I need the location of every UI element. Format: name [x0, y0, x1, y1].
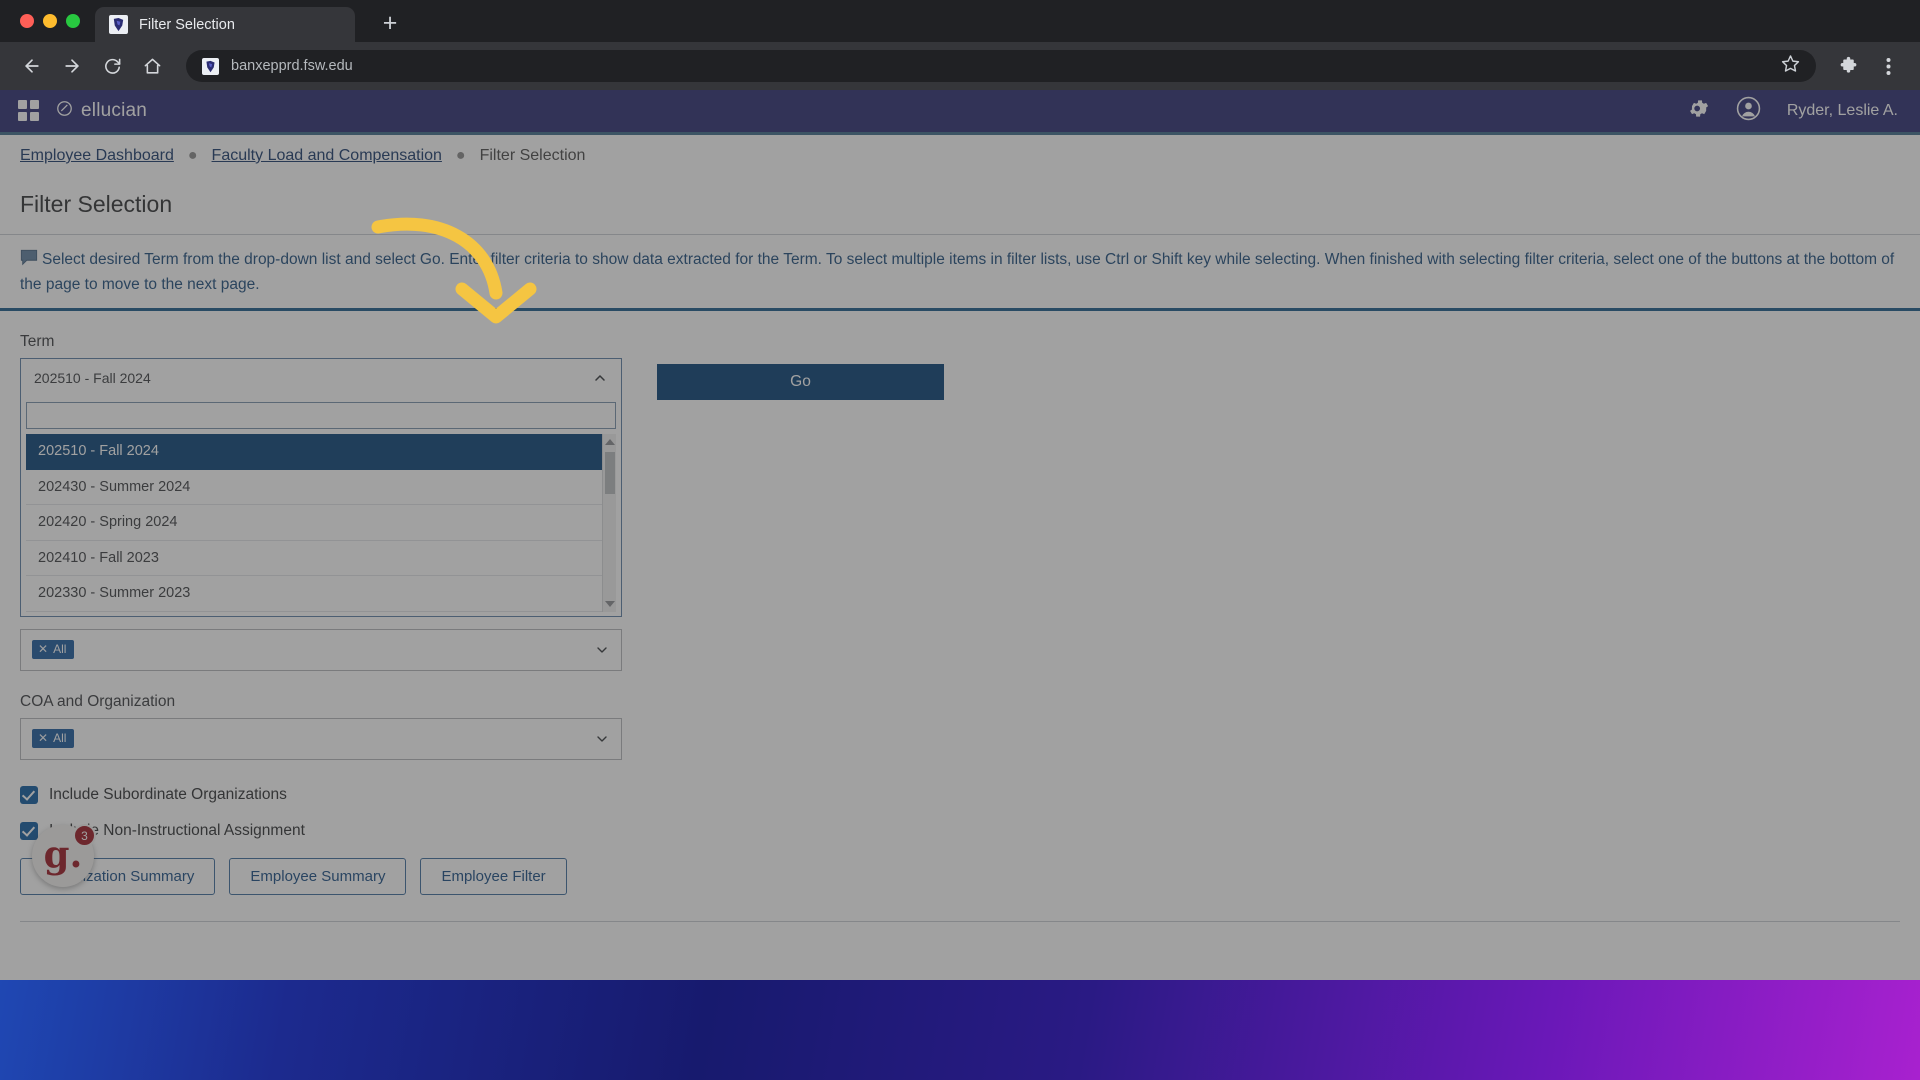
scroll-up-arrow-icon[interactable]: [605, 439, 615, 445]
reload-icon[interactable]: [94, 48, 130, 84]
speech-bubble-icon: [20, 249, 38, 274]
breadcrumb-separator: ●: [187, 147, 198, 164]
scroll-down-arrow-icon[interactable]: [605, 601, 615, 607]
filter-chip-all[interactable]: ✕ All: [32, 640, 75, 659]
breadcrumb-separator: ●: [455, 147, 466, 164]
ellucian-brand[interactable]: ellucian: [56, 100, 147, 123]
term-option[interactable]: 202430 - Summer 2024: [26, 469, 616, 505]
breadcrumb: Employee Dashboard ● Faculty Load and Co…: [0, 135, 1920, 177]
ellucian-favicon-icon: [109, 15, 128, 34]
window-maximize-button[interactable]: [66, 14, 80, 28]
page-title-bar: Filter Selection: [0, 177, 1920, 235]
go-button[interactable]: Go: [657, 364, 944, 400]
page-title: Filter Selection: [20, 191, 173, 217]
apps-grid-icon[interactable]: [18, 100, 40, 122]
chip-remove-x-icon[interactable]: ✕: [38, 643, 48, 655]
coa-organization-select[interactable]: ✕ All: [20, 717, 622, 760]
puzzle-icon[interactable]: [1830, 48, 1866, 84]
secondary-filter-select[interactable]: ✕ All: [20, 628, 622, 671]
window-close-button[interactable]: [20, 14, 34, 28]
term-select: 202510 - Fall 2024 202510 - Fall 2024 20…: [20, 358, 622, 617]
browser-toolbar: banxepprd.fsw.edu: [0, 42, 1920, 90]
content-divider: [20, 920, 1900, 922]
term-select-box[interactable]: 202510 - Fall 2024: [20, 358, 622, 396]
window-minimize-button[interactable]: [43, 14, 57, 28]
forward-arrow-icon[interactable]: [54, 48, 90, 84]
instructions-banner: Select desired Term from the drop-down l…: [0, 235, 1920, 311]
breadcrumb-item-faculty-load-and-compensation[interactable]: Faculty Load and Compensation: [212, 147, 442, 165]
help-widget-badge: 3: [73, 824, 96, 847]
employee-filter-button[interactable]: Employee Filter: [420, 857, 567, 895]
term-option[interactable]: 202410 - Fall 2023: [26, 540, 616, 576]
employee-summary-button[interactable]: Employee Summary: [229, 857, 407, 895]
user-avatar-icon[interactable]: [1736, 96, 1761, 126]
breadcrumb-item-filter-selection: Filter Selection: [479, 147, 586, 164]
coa-chip-all[interactable]: ✕ All: [32, 729, 75, 748]
three-dot-menu-icon[interactable]: [1870, 48, 1906, 84]
term-option-list[interactable]: 202510 - Fall 2024 202430 - Summer 2024 …: [26, 434, 616, 612]
chevron-up-icon[interactable]: [592, 370, 608, 386]
ellucian-brand-label: ellucian: [81, 100, 148, 121]
action-button-row: Organization Summary Employee Summary Em…: [20, 857, 1900, 895]
term-list-scrollbar[interactable]: [602, 434, 616, 612]
breadcrumb-item-employee-dashboard[interactable]: Employee Dashboard: [20, 147, 174, 165]
term-field-label: Term: [20, 333, 55, 350]
include-subordinate-organizations-checkbox[interactable]: [20, 785, 38, 804]
user-name-label[interactable]: Ryder, Leslie A.: [1787, 102, 1898, 120]
chevron-down-icon[interactable]: [594, 642, 610, 658]
term-search-input[interactable]: [26, 402, 616, 429]
term-option[interactable]: 202330 - Summer 2023: [26, 576, 616, 612]
filter-chip-label: All: [53, 642, 67, 656]
scrollbar-thumb[interactable]: [605, 452, 615, 494]
new-tab-button[interactable]: +: [373, 6, 407, 40]
include-subordinate-organizations-label: Include Subordinate Organizations: [49, 785, 287, 803]
back-arrow-icon[interactable]: [14, 48, 50, 84]
gear-icon[interactable]: [1687, 97, 1710, 125]
address-bar-url: banxepprd.fsw.edu: [231, 58, 353, 74]
coa-field-label: COA and Organization: [20, 692, 176, 710]
browser-tab[interactable]: Filter Selection: [95, 7, 355, 42]
home-icon[interactable]: [134, 48, 170, 84]
browser-tab-strip: Filter Selection +: [0, 0, 1920, 42]
term-option[interactable]: 202420 - Spring 2024: [26, 505, 616, 541]
star-icon[interactable]: [1781, 54, 1800, 78]
chip-remove-x-icon[interactable]: ✕: [38, 732, 48, 744]
page-viewport: ellucian Ryder, Leslie A. Employee Dashb…: [0, 90, 1920, 980]
coa-chip-label: All: [53, 731, 67, 745]
chevron-down-icon[interactable]: [594, 731, 610, 747]
address-bar[interactable]: banxepprd.fsw.edu: [186, 50, 1816, 82]
filter-form: Term 202510 - Fall 2024 202510 - Fall 20…: [0, 311, 1920, 951]
site-favicon-icon: [202, 57, 219, 75]
term-option[interactable]: 202510 - Fall 2024: [26, 434, 616, 470]
term-dropdown-panel: 202510 - Fall 2024 202430 - Summer 2024 …: [20, 396, 622, 617]
help-widget[interactable]: g. 3: [32, 824, 96, 887]
include-subordinate-organizations-row[interactable]: Include Subordinate Organizations: [20, 785, 1900, 804]
window-traffic-lights: [0, 0, 95, 42]
browser-tab-title: Filter Selection: [139, 16, 235, 33]
term-selected-value: 202510 - Fall 2024: [34, 369, 151, 386]
instructions-text: Select desired Term from the drop-down l…: [20, 251, 1895, 293]
include-non-instructional-assignment-row[interactable]: Include Non-Instructional Assignment: [20, 821, 1900, 840]
ellucian-mark-icon: [56, 100, 73, 123]
header-actions: Ryder, Leslie A.: [1687, 96, 1898, 126]
application-header: ellucian Ryder, Leslie A.: [0, 90, 1920, 135]
